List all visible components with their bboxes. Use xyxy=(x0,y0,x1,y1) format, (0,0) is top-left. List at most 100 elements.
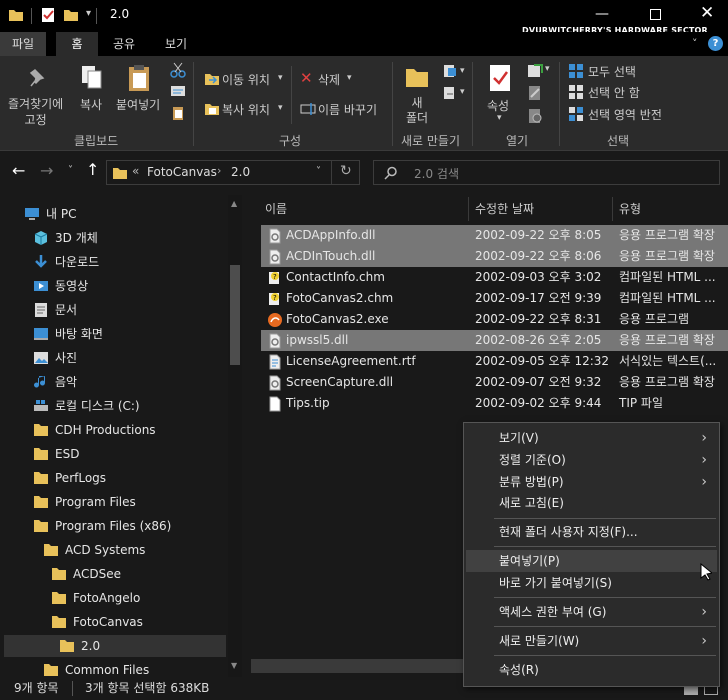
properties-button[interactable]: 속성 xyxy=(487,97,509,114)
nav-item[interactable]: ACDSee xyxy=(0,563,224,585)
quick-access-dropdown-icon[interactable]: ▾ xyxy=(86,8,91,19)
cube-icon xyxy=(34,231,48,245)
forward-button[interactable]: → xyxy=(40,161,53,180)
copy-to-button[interactable]: 복사 위치 xyxy=(222,101,270,118)
edit-icon[interactable] xyxy=(527,85,543,101)
nav-item[interactable]: Program Files xyxy=(0,491,224,513)
tab-view[interactable]: 보기 xyxy=(154,32,198,56)
paste-shortcut-icon[interactable] xyxy=(170,105,186,121)
nav-item[interactable]: 내 PC xyxy=(0,203,224,225)
open-icon[interactable] xyxy=(527,62,543,78)
rename-button[interactable]: 이름 바꾸기 xyxy=(318,101,377,118)
nav-item[interactable]: 동영상 xyxy=(0,275,224,297)
file-row[interactable]: ACDInTouch.dll 2002-09-22 오후 8:06 응용 프로그램 … xyxy=(261,246,728,267)
select-all-button[interactable]: 모두 선택 xyxy=(588,63,636,80)
address-dropdown-icon[interactable]: ˅ xyxy=(316,166,321,177)
group-separator xyxy=(392,62,393,146)
nav-item[interactable]: 로컬 디스크 (C:) xyxy=(0,395,224,417)
nav-item[interactable]: Common Files xyxy=(0,659,224,677)
nav-item[interactable]: ACD Systems xyxy=(0,539,224,561)
paste-button[interactable]: 붙여넣기 xyxy=(116,96,160,113)
copy-path-icon[interactable] xyxy=(170,85,186,97)
file-row[interactable]: Tips.tip 2002-09-02 오후 9:44 TIP 파일 xyxy=(261,393,728,414)
collapse-ribbon-icon[interactable]: ˅ xyxy=(692,37,698,50)
context-menu-item[interactable]: 보기(V) › xyxy=(466,427,717,449)
new-item-icon[interactable] xyxy=(442,64,460,78)
nav-item[interactable]: 다운로드 xyxy=(0,251,224,273)
breadcrumb-current[interactable]: 2.0 xyxy=(231,165,250,179)
open-dropdown-icon[interactable]: ▾ xyxy=(545,64,550,74)
move-to-dropdown-icon[interactable]: ▾ xyxy=(278,73,283,83)
easy-access-icon[interactable] xyxy=(442,86,460,100)
nav-scroll-thumb[interactable] xyxy=(230,265,240,365)
copy-to-dropdown-icon[interactable]: ▾ xyxy=(278,103,283,113)
nav-item[interactable]: 음악 xyxy=(0,371,224,393)
easy-access-dropdown-icon[interactable]: ▾ xyxy=(460,87,465,97)
column-header-date[interactable]: 수정한 날짜 xyxy=(475,197,534,221)
history-icon[interactable] xyxy=(527,108,543,124)
select-none-button[interactable]: 선택 안 함 xyxy=(588,84,640,101)
move-to-button[interactable]: 이동 위치 xyxy=(222,71,270,88)
help-icon[interactable]: ? xyxy=(708,36,723,51)
tab-share[interactable]: 공유 xyxy=(102,32,146,56)
copy-button[interactable]: 복사 xyxy=(80,96,102,113)
nav-item[interactable]: FotoCanvas xyxy=(0,611,224,633)
context-menu-item[interactable]: 액세스 권한 부여 (G) › xyxy=(466,601,717,623)
file-row[interactable]: FotoCanvas2.exe 2002-09-22 오후 8:31 응용 프로그램 xyxy=(261,309,728,330)
cut-icon[interactable] xyxy=(170,62,186,78)
new-folder-button[interactable]: 새 폴더 xyxy=(406,96,428,126)
recent-locations-icon[interactable]: ˅ xyxy=(68,165,73,176)
nav-item[interactable]: CDH Productions xyxy=(0,419,224,441)
search-input[interactable]: 2.0 검색 xyxy=(373,160,720,185)
nav-item[interactable]: FotoAngelo xyxy=(0,587,224,609)
file-name: ACDInTouch.dll xyxy=(286,249,376,263)
nav-item[interactable]: 바탕 화면 xyxy=(0,323,224,345)
context-menu-item[interactable]: 현재 폴더 사용자 지정(F)... xyxy=(466,521,717,543)
new-item-dropdown-icon[interactable]: ▾ xyxy=(460,66,465,76)
nav-item[interactable]: PerfLogs xyxy=(0,467,224,489)
nav-scrollbar[interactable]: ▲ ▼ xyxy=(228,195,242,677)
invert-selection-button[interactable]: 선택 영역 반전 xyxy=(588,106,662,123)
file-name: Tips.tip xyxy=(286,396,330,410)
minimize-button[interactable]: — xyxy=(595,6,609,22)
column-header-name[interactable]: 이름 xyxy=(265,197,287,221)
tab-home[interactable]: 홈 xyxy=(56,32,98,56)
nav-item[interactable]: 문서 xyxy=(0,299,224,321)
delete-button[interactable]: 삭제 xyxy=(318,71,340,88)
context-menu-item[interactable]: 정렬 기준(O) › xyxy=(466,449,717,471)
nav-item[interactable]: 3D 개체 xyxy=(0,227,224,249)
context-menu-item[interactable]: 새로 만들기(W) › xyxy=(466,630,717,652)
maximize-button[interactable] xyxy=(650,9,661,20)
back-button[interactable]: ← xyxy=(12,161,25,180)
file-row[interactable]: ACDAppInfo.dll 2002-09-22 오후 8:05 응용 프로그램 … xyxy=(261,225,728,246)
properties-check-icon[interactable] xyxy=(40,7,56,23)
tab-file[interactable]: 파일 xyxy=(0,32,46,56)
context-menu-item[interactable]: 붙여넣기(P) xyxy=(466,550,717,572)
new-folder-quick-icon[interactable] xyxy=(63,8,79,22)
pin-button[interactable]: 즐겨찾기에 고정 xyxy=(8,96,63,128)
up-button[interactable]: ↑ xyxy=(86,160,99,179)
breadcrumb-chevron-icon[interactable]: › xyxy=(217,164,221,177)
close-button[interactable]: ✕ xyxy=(700,3,714,23)
nav-item[interactable]: 사진 xyxy=(0,347,224,369)
address-input[interactable]: « FotoCanvas › 2.0 ˅ ↻ xyxy=(106,160,360,185)
nav-item[interactable]: ESD xyxy=(0,443,224,465)
refresh-icon[interactable]: ↻ xyxy=(340,163,352,179)
nav-item[interactable]: Program Files (x86) xyxy=(0,515,224,537)
file-row[interactable]: ? ContactInfo.chm 2002-09-03 오후 3:02 컴파일된 H… xyxy=(261,267,728,288)
properties-dropdown-icon[interactable]: ▾ xyxy=(497,113,502,123)
column-header-type[interactable]: 유형 xyxy=(619,197,641,221)
file-row[interactable]: ScreenCapture.dll 2002-09-07 오전 9:32 응용 프로… xyxy=(261,372,728,393)
context-menu-item[interactable]: 속성(R) xyxy=(466,659,717,681)
context-menu-item[interactable]: 바로 가기 붙여넣기(S) xyxy=(466,572,717,594)
breadcrumb-fotocanvas[interactable]: FotoCanvas xyxy=(147,165,217,179)
breadcrumb-overflow[interactable]: « xyxy=(132,164,139,178)
file-row[interactable]: ipwssl5.dll 2002-08-26 오후 2:05 응용 프로그램 확장 xyxy=(261,330,728,351)
hscroll-left-thumb[interactable] xyxy=(251,659,463,673)
nav-item[interactable]: 2.0 xyxy=(4,635,226,657)
file-row[interactable]: ? FotoCanvas2.chm 2002-09-17 오전 9:39 컴파일된 H… xyxy=(261,288,728,309)
file-row[interactable]: LicenseAgreement.rtf 2002-09-05 오후 12:32 서… xyxy=(261,351,728,372)
context-menu-item[interactable]: 새로 고침(E) xyxy=(466,492,717,514)
delete-dropdown-icon[interactable]: ▾ xyxy=(347,73,352,83)
context-menu-item[interactable]: 분류 방법(P) › xyxy=(466,471,717,493)
